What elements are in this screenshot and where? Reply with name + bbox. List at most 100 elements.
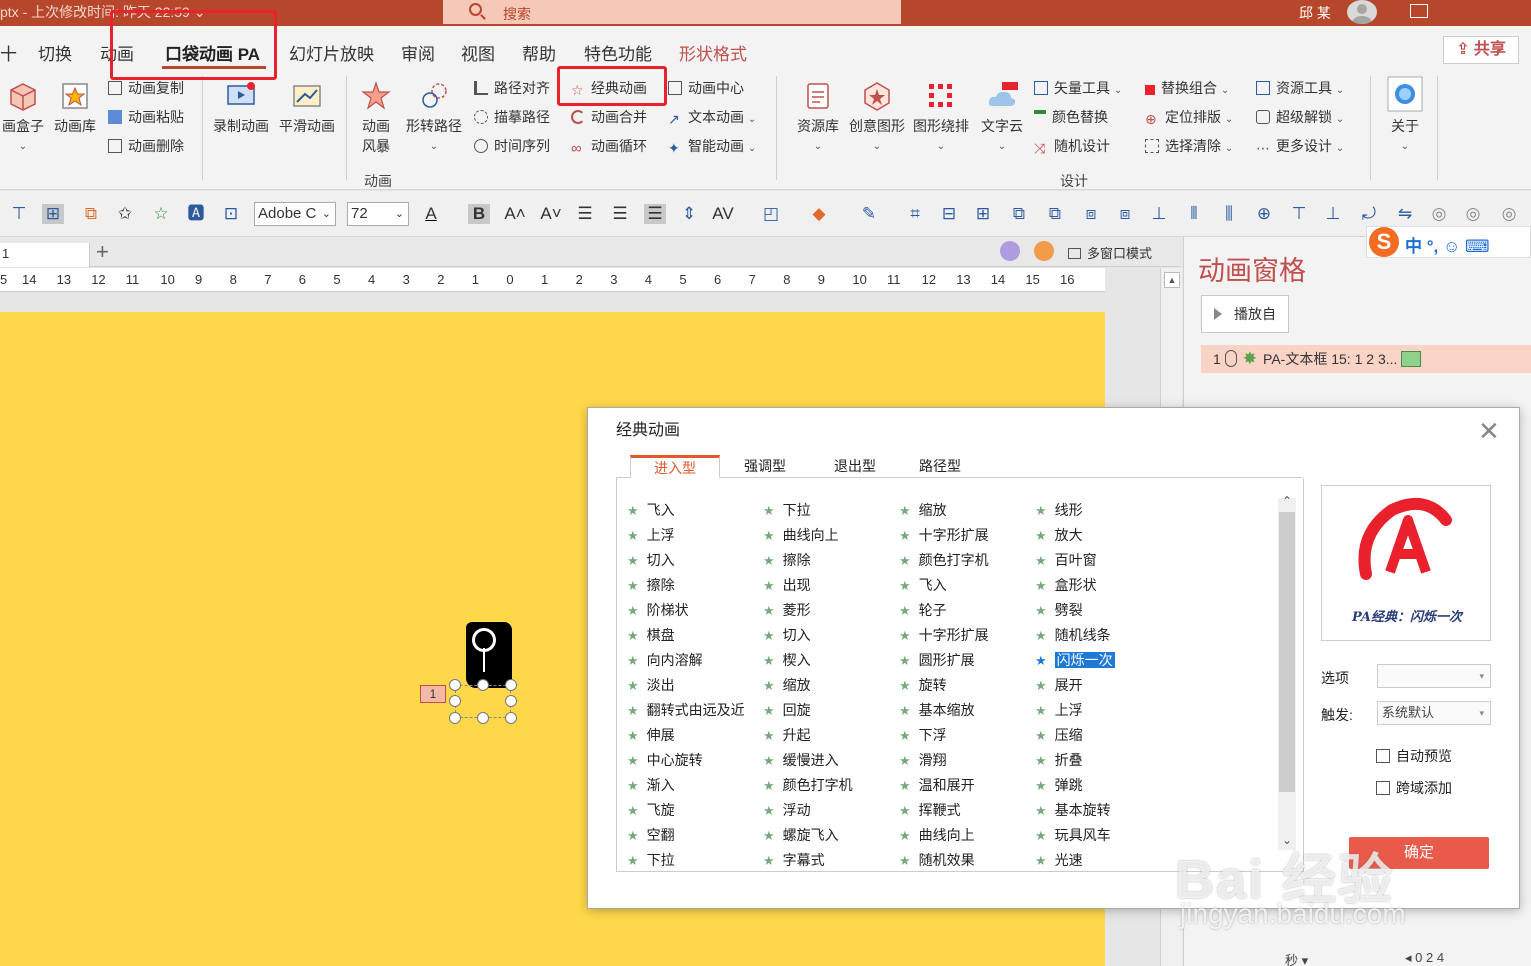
effect-item[interactable]: ★ 向内溶解 <box>627 649 703 671</box>
intersect-icon[interactable]: ◎ <box>1498 204 1520 224</box>
effect-item[interactable]: ★ 飞入 <box>627 499 675 521</box>
effect-item[interactable]: ★ 擦除 <box>627 574 675 596</box>
effect-item[interactable]: ★ 字幕式 <box>763 849 825 871</box>
distribute-h-icon[interactable]: ⫴ <box>1183 204 1205 224</box>
about-button[interactable]: 关于 ⌄ <box>1380 76 1430 152</box>
path-align-button[interactable]: 路径对齐 <box>474 78 550 98</box>
effect-item[interactable]: ★ 玩具风车 <box>1035 824 1111 846</box>
shape-to-path-button[interactable]: 形转路径 ⌄ <box>402 80 466 152</box>
effect-item[interactable]: ★ 曲线向上 <box>899 824 975 846</box>
doc-tab[interactable]: 1 <box>0 243 90 267</box>
effect-item[interactable]: ★ 切入 <box>763 624 811 646</box>
effect-item[interactable]: ★ 阶梯状 <box>627 599 689 621</box>
tab-emphasis[interactable]: 强调型 <box>720 456 810 478</box>
group-icon[interactable]: ⊟ <box>938 204 960 224</box>
effect-item[interactable]: ★ 劈裂 <box>1035 599 1083 621</box>
sogou-icon[interactable]: S <box>1369 227 1399 257</box>
user-name[interactable]: 邱 某 <box>1299 3 1331 23</box>
vector-tool-button[interactable]: 矢量工具 ⌄ <box>1034 78 1122 98</box>
timeline-scale[interactable]: ◂ 0 2 4 <box>1405 950 1444 966</box>
record-anim-button[interactable]: 录制动画 <box>208 80 274 136</box>
effect-item[interactable]: ★ 翻转式由远及近 <box>627 699 745 721</box>
effect-item[interactable]: ★ 空翻 <box>627 824 675 846</box>
font-color-icon[interactable]: A <box>420 204 442 224</box>
color-replace-button[interactable]: 颜色替换 <box>1034 107 1108 127</box>
effect-item[interactable]: ★ 飞旋 <box>627 799 675 821</box>
tab-animations[interactable]: 动画 <box>100 40 134 65</box>
rotate-handle-icon[interactable] <box>472 628 496 672</box>
random-design-button[interactable]: ⤨ 随机设计 <box>1034 136 1110 156</box>
tab-help[interactable]: 帮助 <box>522 40 556 65</box>
resize-handle[interactable] <box>449 712 461 724</box>
effect-item[interactable]: ★ 上浮 <box>627 524 675 546</box>
effect-item[interactable]: ★ 颜色打字机 <box>763 774 853 796</box>
shape-outline-icon[interactable]: ◰ <box>760 204 782 224</box>
send-backward-icon[interactable]: ⧉ <box>1044 204 1066 224</box>
anim-merge-button[interactable]: 动画合并 <box>571 107 647 127</box>
effect-item[interactable]: ★ 擦除 <box>763 549 811 571</box>
effect-item[interactable]: ★ 弹跳 <box>1035 774 1083 796</box>
anim-storm-button[interactable]: 动画 风暴 <box>352 80 400 156</box>
align-center-shape-icon[interactable]: ⊞ <box>42 204 64 224</box>
effect-item[interactable]: ★ 温和展开 <box>899 774 975 796</box>
scroll-up-icon[interactable]: ▲ <box>1164 272 1180 288</box>
super-unlock-button[interactable]: 超级解锁 ⌄ <box>1256 107 1344 127</box>
line-spacing-icon[interactable]: ⇕ <box>678 204 700 224</box>
tab-path[interactable]: 路径型 <box>900 456 980 478</box>
align-left-text-icon[interactable]: ☰ <box>644 204 666 224</box>
anim-copy-button[interactable]: 动画复制 <box>108 78 184 98</box>
flip-icon[interactable]: ⇋ <box>1394 204 1416 224</box>
classic-anim-button[interactable]: ☆ 经典动画 <box>571 78 647 98</box>
ok-button[interactable]: 确定 <box>1349 837 1489 869</box>
word-cloud-button[interactable]: 文字云 ⌄ <box>976 80 1028 152</box>
align-middle-icon[interactable]: ⊕ <box>1253 204 1275 224</box>
effect-item[interactable]: ★ 随机线条 <box>1035 624 1111 646</box>
resource-tool-button[interactable]: 资源工具 ⌄ <box>1256 78 1344 98</box>
textbox-icon[interactable]: 🅰 <box>185 204 207 224</box>
effect-item[interactable]: ★ 螺旋飞入 <box>763 824 839 846</box>
effect-item[interactable]: ★ 升起 <box>763 724 811 746</box>
effect-item[interactable]: ★ 滑翔 <box>899 749 947 771</box>
edit-points-icon[interactable]: ⌗ <box>904 204 926 224</box>
distribute-v-icon[interactable]: ⫼ <box>1218 204 1240 224</box>
resize-handle[interactable] <box>477 712 489 724</box>
effect-item[interactable]: ★ 百叶窗 <box>1035 549 1097 571</box>
effect-item[interactable]: ★ 棋盘 <box>627 624 675 646</box>
tab-entrance[interactable]: 进入型 <box>630 455 720 478</box>
effect-item[interactable]: ★ 浮动 <box>763 799 811 821</box>
bring-front-icon[interactable]: ⧈ <box>1080 204 1102 224</box>
smart-anim-button[interactable]: ✦ 智能动画 ⌄ <box>668 136 756 156</box>
effect-item[interactable]: ★ 曲线向上 <box>763 524 839 546</box>
resize-handle[interactable] <box>449 695 461 707</box>
settings-gear-icon[interactable] <box>1034 241 1054 261</box>
trigger-select[interactable]: 系统默认 ▾ <box>1377 701 1491 725</box>
effect-item[interactable]: ★ 淡出 <box>627 674 675 696</box>
increase-font-icon[interactable]: A˄ <box>504 204 526 224</box>
select-clear-button[interactable]: 选择清除 ⌄ <box>1145 136 1233 156</box>
effect-item[interactable]: ★ 下浮 <box>899 724 947 746</box>
tab-exit[interactable]: 退出型 <box>810 456 900 478</box>
timeline-button[interactable]: 时间序列 <box>474 136 550 156</box>
creative-shape-button[interactable]: 创意图形 ⌄ <box>846 80 908 152</box>
anim-library-button[interactable]: 动画库 <box>50 80 100 136</box>
position-layout-button[interactable]: ⊕ 定位排版 ⌄ <box>1145 107 1233 127</box>
crop-icon[interactable]: ⧉ <box>80 204 102 224</box>
effect-item[interactable]: ★ 圆形扩展 <box>899 649 975 671</box>
effect-item[interactable]: ★ 压缩 <box>1035 724 1083 746</box>
effect-item[interactable]: ★ 缓慢进入 <box>763 749 839 771</box>
effect-item[interactable]: ★ 折叠 <box>1035 749 1083 771</box>
effect-item[interactable]: ★ 伸展 <box>627 724 675 746</box>
text-frame-icon[interactable]: ⊡ <box>220 204 242 224</box>
play-from-button[interactable]: 播放自 <box>1201 295 1289 333</box>
tab-shape-format[interactable]: 形状格式 <box>679 40 747 65</box>
pen-color-icon[interactable]: ✎ <box>858 204 880 224</box>
anim-center-button[interactable]: 动画中心 <box>668 78 744 98</box>
effect-item[interactable]: ★ 放大 <box>1035 524 1083 546</box>
decrease-font-icon[interactable]: A˅ <box>540 204 562 224</box>
bring-forward-icon[interactable]: ⧉ <box>1008 204 1030 224</box>
search-box[interactable]: 搜索 <box>443 0 901 24</box>
resize-handle[interactable] <box>505 679 517 691</box>
rotate-icon[interactable]: ⤾ <box>1358 204 1380 224</box>
resize-handle[interactable] <box>505 695 517 707</box>
effect-item[interactable]: ★ 下拉 <box>763 499 811 521</box>
